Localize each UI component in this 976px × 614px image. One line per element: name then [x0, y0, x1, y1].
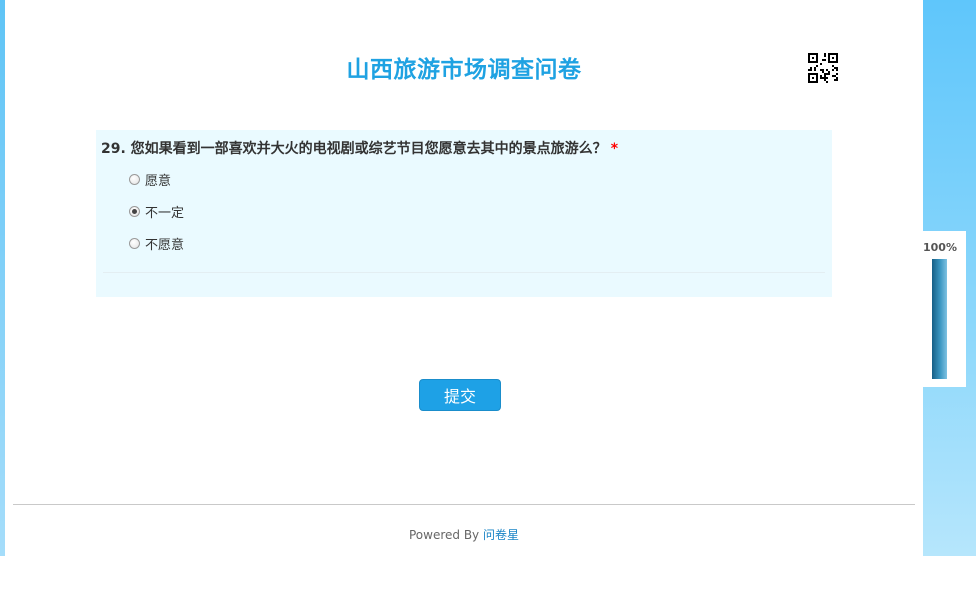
submit-button[interactable]: 提交: [419, 379, 501, 411]
question-title: 29. 您如果看到一部喜欢并大火的电视剧或综艺节目您愿意去其中的景点旅游么？ *: [101, 138, 618, 158]
option-label[interactable]: 愿意: [145, 170, 171, 189]
progress-fill: [932, 259, 947, 379]
question-text: 29. 您如果看到一部喜欢并大火的电视剧或综艺节目您愿意去其中的景点旅游么？: [101, 141, 607, 157]
footer: Powered By 问卷星: [5, 526, 923, 543]
required-mark: *: [610, 141, 619, 157]
radio-button[interactable]: [129, 173, 140, 185]
question-divider: [103, 272, 825, 273]
progress-panel: 100%: [921, 231, 966, 387]
footer-divider: [13, 504, 915, 505]
radio-button[interactable]: [129, 237, 140, 249]
survey-sheet: 山西旅游市场调查问卷 29. 您如果看到一部喜欢并大火的电视剧或综艺节目您愿意去…: [5, 0, 923, 556]
question-block: 29. 您如果看到一部喜欢并大火的电视剧或综艺节目您愿意去其中的景点旅游么？ * …: [96, 130, 832, 297]
survey-title: 山西旅游市场调查问卷: [346, 57, 582, 83]
progress-track: [932, 259, 947, 379]
progress-label: 100%: [923, 241, 957, 254]
powered-by-text: Powered By: [408, 528, 480, 542]
option-willing[interactable]: 愿意: [129, 170, 171, 189]
option-label[interactable]: 不一定: [145, 202, 184, 221]
brand-link[interactable]: 问卷星: [483, 528, 519, 542]
qr-code-icon[interactable]: [808, 53, 838, 83]
option-unwilling[interactable]: 不愿意: [129, 234, 184, 253]
option-label[interactable]: 不愿意: [145, 234, 184, 253]
option-not-sure[interactable]: 不一定: [129, 202, 184, 221]
radio-button-checked[interactable]: [129, 205, 140, 217]
